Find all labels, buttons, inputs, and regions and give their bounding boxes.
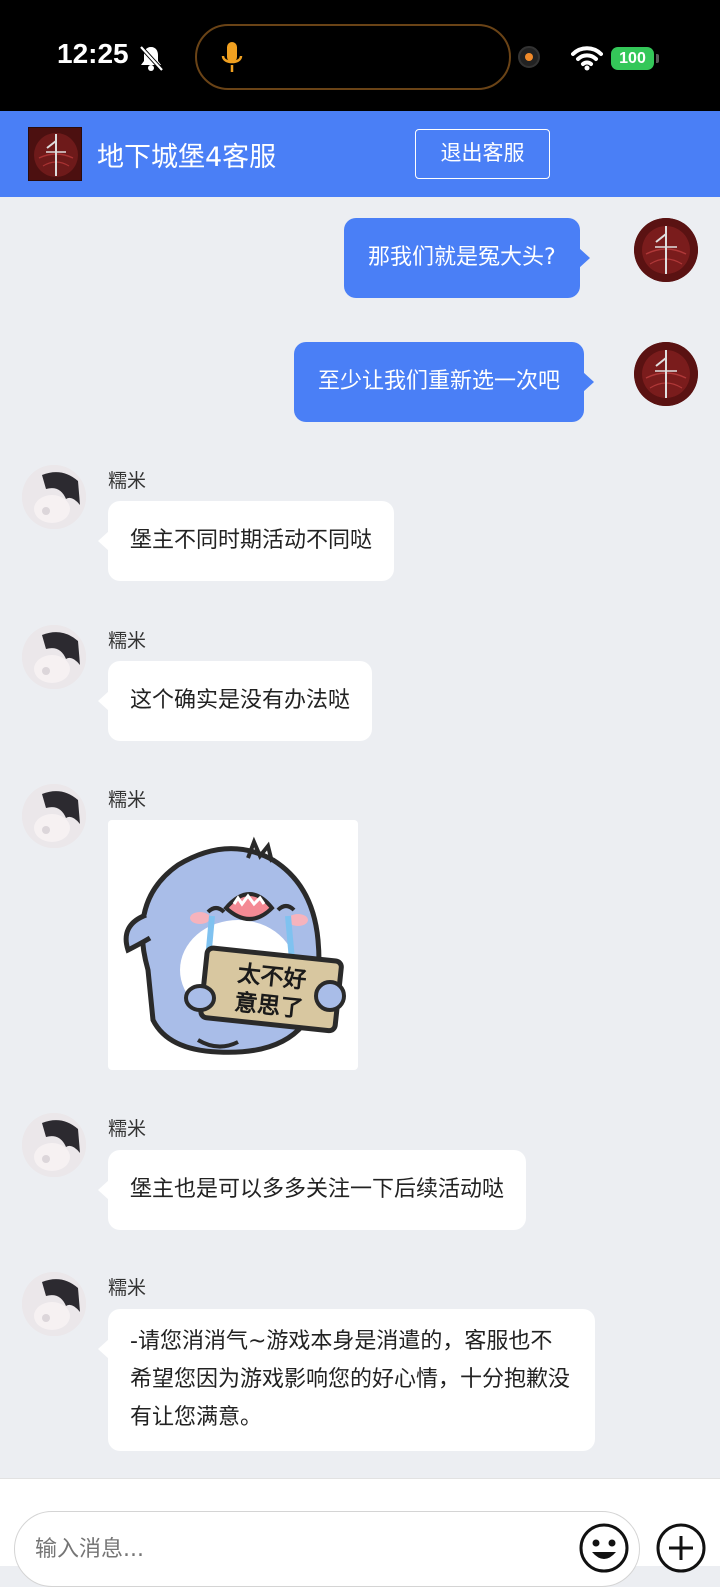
incoming-message[interactable]: 这个确实是没有办法哒 [97,661,373,741]
sender-name: 糯米 [108,470,147,492]
page-title: 地下城堡4客服 [97,142,277,173]
sender-name: 糯米 [108,630,147,652]
sender-name: 糯米 [108,789,147,811]
battery-nub [656,54,659,63]
silent-bell-icon [139,45,164,72]
exit-service-button[interactable]: 退出客服 [415,129,550,179]
incoming-message[interactable]: 堡主不同时期活动不同哒 [97,501,395,581]
user-avatar[interactable] [634,342,698,406]
message-input[interactable] [14,1511,640,1587]
sender-name: 糯米 [108,1118,147,1140]
chat-header: 地下城堡4客服 退出客服 [0,111,720,197]
agent-avatar[interactable] [22,1113,86,1177]
wifi-icon [571,46,603,71]
agent-avatar[interactable] [22,1272,86,1336]
user-avatar[interactable] [634,218,698,282]
microphone-icon [221,42,243,72]
status-bar: 12:25 100 [0,0,720,111]
agent-avatar[interactable] [22,625,86,689]
agent-avatar[interactable] [22,784,86,848]
incoming-message[interactable]: -请您消消气~游戏本身是消遣的，客服也不希望您因为游戏影响您的好心情，十分抱歉没… [98,1309,595,1451]
agent-avatar[interactable] [22,465,86,529]
camera-indicator-icon [518,46,540,68]
add-attachment-icon[interactable] [655,1522,707,1574]
outgoing-message[interactable]: 至少让我们重新选一次吧 [294,342,595,422]
outgoing-message[interactable]: 那我们就是冤大头? [344,218,590,298]
sender-name: 糯米 [108,1277,147,1299]
emoji-icon[interactable] [578,1522,630,1574]
battery-level: 100 [611,47,654,70]
clock: 12:25 [57,38,129,69]
input-bar [0,1478,720,1587]
sorry-shark-sticker[interactable]: 太不好 意思了 [108,820,358,1070]
incoming-message[interactable]: 堡主也是可以多多关注一下后续活动哒 [97,1150,527,1230]
game-logo-icon [28,127,82,181]
